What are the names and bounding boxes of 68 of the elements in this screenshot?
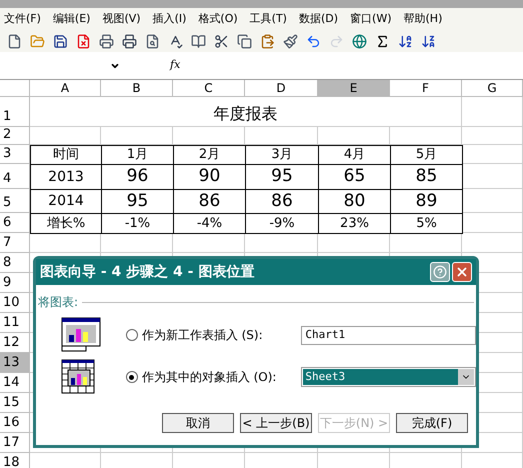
row-header[interactable]: 1 — [0, 97, 30, 127]
column-header[interactable]: G — [462, 80, 523, 97]
menu-item[interactable]: 格式(O) — [198, 10, 238, 28]
menu-item[interactable]: 工具(T) — [250, 10, 287, 28]
input-field[interactable]: Chart1 — [301, 326, 476, 344]
row-header[interactable]: 17 — [0, 433, 30, 453]
dialog-button[interactable]: 完成(F) — [396, 413, 468, 433]
table-cell: 86 — [246, 190, 319, 214]
table-cell: 1月 — [102, 146, 174, 165]
table-cell: 2月 — [174, 146, 246, 165]
row-header[interactable]: 7 — [0, 233, 30, 253]
dialog-title: 图表向导 - 4 步骤之 4 - 图表位置 — [40, 262, 256, 282]
table-cell: 增长% — [31, 214, 102, 234]
menu-item[interactable]: 窗口(W) — [350, 10, 392, 28]
table-cell: -1% — [102, 214, 174, 234]
row-header[interactable]: 8 — [0, 253, 30, 273]
row-header[interactable]: 13 — [0, 353, 30, 373]
menu-item[interactable]: 插入(I) — [152, 10, 186, 28]
table-cell: 80 — [319, 190, 391, 214]
group-label: 将图表: — [38, 294, 78, 311]
column-header[interactable]: D — [245, 80, 318, 97]
table-cell: 85 — [391, 165, 463, 190]
function-label: fx — [170, 57, 180, 74]
table-cell: 23% — [319, 214, 391, 234]
dialog-button[interactable]: 取消 — [162, 413, 234, 433]
row-header[interactable]: 16 — [0, 413, 30, 433]
row-header[interactable]: 4 — [0, 164, 30, 189]
table-cell: -9% — [246, 214, 319, 234]
table-cell: 86 — [174, 190, 246, 214]
row-header[interactable]: 14 — [0, 373, 30, 393]
column-header[interactable]: B — [101, 80, 173, 97]
table-cell: 时间 — [31, 146, 102, 165]
table-cell: 95 — [102, 190, 174, 214]
row-header[interactable]: 11 — [0, 313, 30, 333]
row-header[interactable]: 2 — [0, 127, 30, 145]
table-cell: 4月 — [319, 146, 391, 165]
table-cell: 5% — [391, 214, 463, 234]
menu-item[interactable]: 编辑(E) — [52, 10, 90, 28]
table-cell: 2013 — [31, 165, 102, 190]
row-header[interactable]: 6 — [0, 213, 30, 233]
option-label[interactable]: 作为其中的对象插入 (O): — [142, 368, 302, 386]
menu-item[interactable]: 帮助(H) — [404, 10, 442, 28]
table-cell: 89 — [391, 190, 463, 214]
column-header[interactable]: A — [30, 80, 101, 97]
table-cell: 96 — [102, 165, 174, 190]
option-label[interactable]: 作为新工作表插入 (S): — [142, 326, 302, 344]
table-cell: 5月 — [391, 146, 463, 165]
menu-item[interactable]: 文件(F) — [4, 10, 41, 28]
table-cell: 2014 — [31, 190, 102, 214]
menu-item[interactable]: 数据(D) — [298, 10, 338, 28]
column-header[interactable]: E — [318, 80, 390, 97]
sheet-dropdown[interactable]: Sheet3 — [301, 367, 476, 387]
row-header[interactable]: 5 — [0, 189, 30, 213]
column-header[interactable]: C — [173, 80, 245, 97]
menu-item[interactable]: 视图(V) — [102, 10, 141, 28]
table-cell: -4% — [174, 214, 246, 234]
table-cell: 95 — [246, 165, 319, 190]
table-cell: 90 — [174, 165, 246, 190]
column-header[interactable]: F — [390, 80, 462, 97]
row-header[interactable]: 12 — [0, 333, 30, 353]
row-header[interactable]: 9 — [0, 273, 30, 293]
table-cell: 65 — [319, 165, 391, 190]
row-header[interactable]: 10 — [0, 293, 30, 313]
sheet-title: 年度报表 — [30, 97, 462, 127]
dialog-button[interactable]: < 上一步(B) — [240, 413, 312, 433]
table-cell: 3月 — [246, 146, 319, 165]
row-header[interactable]: 3 — [0, 145, 30, 164]
row-header[interactable]: 15 — [0, 393, 30, 413]
